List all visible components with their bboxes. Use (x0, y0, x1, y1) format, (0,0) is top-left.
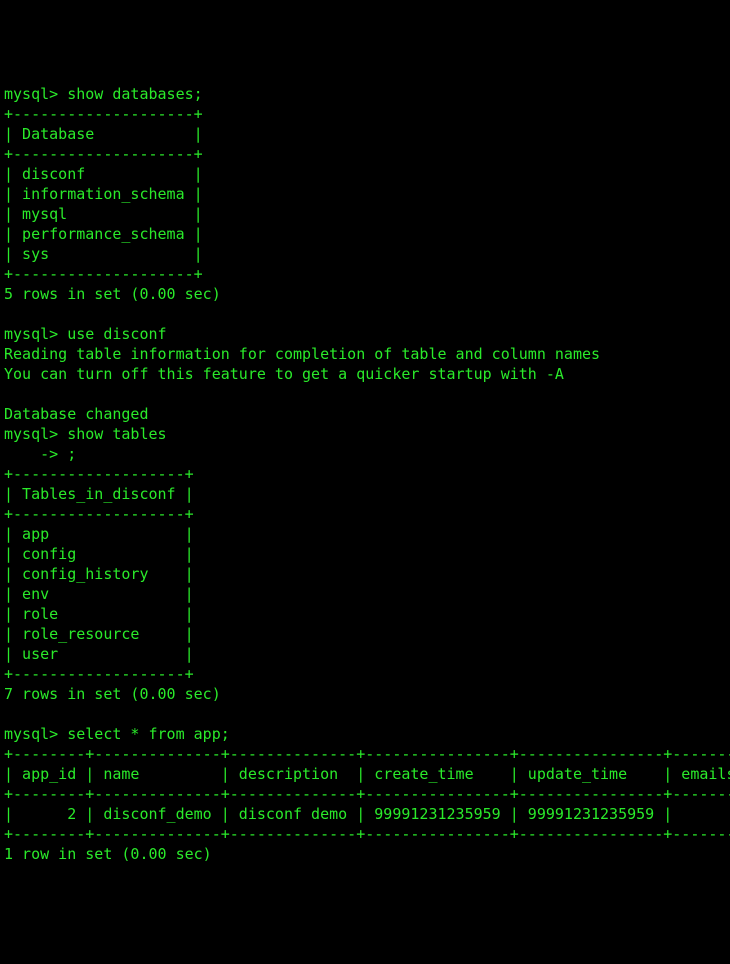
mysql-terminal[interactable]: mysql> show databases; +----------------… (4, 84, 726, 864)
